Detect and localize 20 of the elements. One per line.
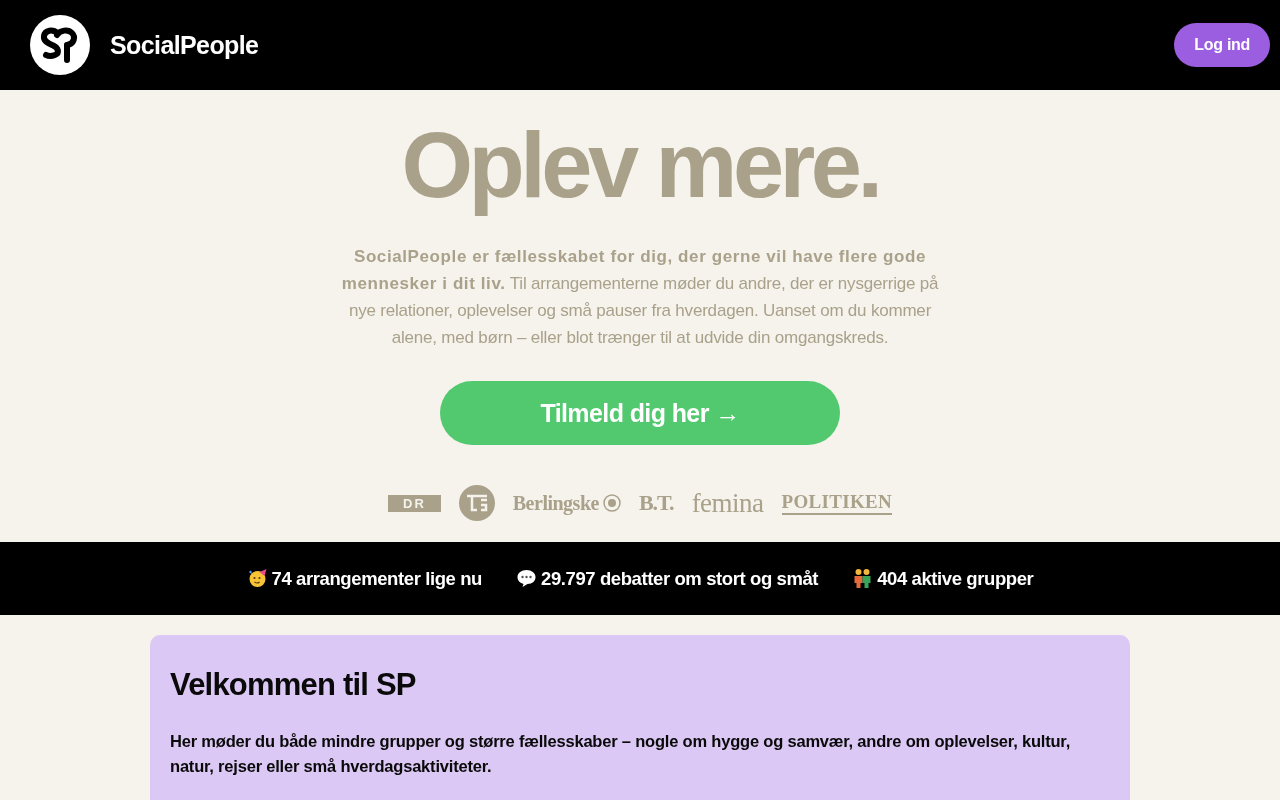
- party-face-icon: [246, 568, 268, 589]
- hero-intro: SocialPeople er fællesskabet for dig, der gerne vil have flere gode mennesker i dit liv. Til arrangementerne møder du andre, der er nysgerrige på nye relationer, oplevelser og små pauser fra hverdagen. Uanset om du kommer alene, med børn – eller blot trænger til at udvide din omgangskreds.: [340, 246, 940, 349]
- welcome-title: Velkommen til SP: [170, 666, 417, 704]
- speech-bubble-icon: [516, 568, 537, 589]
- stat-text: 74 arrangementer lige nu: [271, 567, 482, 590]
- logo-icon: [30, 15, 90, 75]
- brand-name: SocialPeople: [110, 30, 259, 60]
- press-logo: femina: [691, 487, 764, 519]
- welcome-lead: Her møder du både mindre grupper og større fællesskaber – nogle om hygge og samvær, andre om oplevelser, kultur, natur, rejser eller små hverdagsaktiviteter.: [170, 731, 1072, 777]
- hero-title: Oplev mere.: [400, 113, 880, 218]
- stat-text: 404 aktive grupper: [877, 567, 1034, 590]
- stat-text: 29.797 debatter om stort og småt: [541, 567, 819, 590]
- login-button[interactable]: Log ind: [1174, 23, 1270, 67]
- press-logo: B.T.: [638, 490, 674, 516]
- signup-button[interactable]: Tilmeld dig her →: [440, 381, 840, 445]
- press-logo: POLITIKEN: [781, 491, 892, 515]
- press-logo: Berlingske: [512, 491, 599, 515]
- press-logo: DR: [388, 494, 441, 512]
- people-icon: [852, 568, 874, 589]
- circle-logo-icon: [458, 485, 495, 521]
